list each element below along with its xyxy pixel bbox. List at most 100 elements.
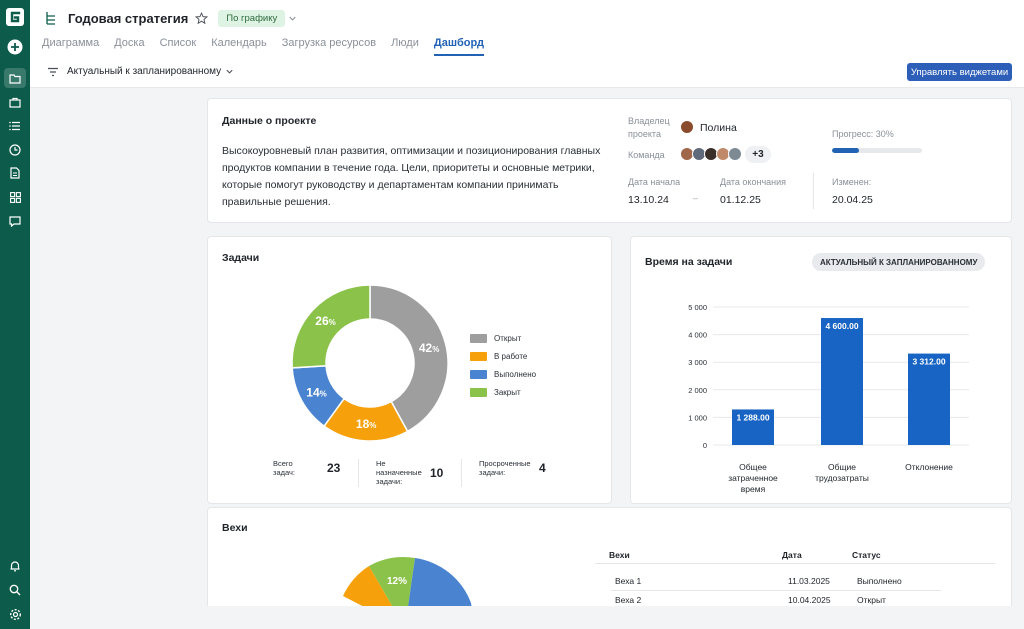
legend-swatch <box>470 333 487 343</box>
y-tick-label: 3 000 <box>688 358 707 367</box>
tab-board[interactable]: Доска <box>114 37 144 57</box>
legend-swatch <box>470 387 487 397</box>
ms-header-status: Статус <box>852 550 881 560</box>
gear-icon[interactable] <box>7 606 23 622</box>
stat-overdue: Просроченные задачи: 4 <box>479 459 546 477</box>
owner-name: Полина <box>700 122 737 134</box>
folder-icon[interactable] <box>4 68 26 88</box>
avatar[interactable] <box>680 120 694 134</box>
x-category-label: Общее затраченное время <box>728 462 778 494</box>
tab-gantt[interactable]: Диаграмма <box>42 37 99 57</box>
document-icon[interactable] <box>7 165 23 181</box>
divider <box>461 459 462 487</box>
title-row: Годовая стратегия По графику <box>44 8 297 28</box>
filter-icon <box>48 67 58 76</box>
legend-item[interactable]: Закрыт <box>470 383 536 401</box>
donut-slice-unit: % <box>369 421 376 430</box>
logo-icon[interactable] <box>6 8 24 26</box>
x-category-line: затраченное <box>728 473 778 483</box>
tasks-widget: Задачи 42% 18% 14% 26% Открыт В работе Выпо… <box>207 236 612 504</box>
changed-label: Изменен: <box>832 177 872 187</box>
tab-list[interactable]: Список <box>160 37 197 57</box>
start-date-value: 13.10.24 <box>628 194 669 206</box>
left-rail <box>0 0 30 629</box>
milestone-pie-slice <box>407 558 472 608</box>
x-category-line: Общее <box>739 462 767 472</box>
star-icon[interactable] <box>195 11 209 25</box>
clock-icon[interactable] <box>7 142 23 158</box>
bar-value-label: 4 600.00 <box>825 321 858 331</box>
tasks-title: Задачи <box>222 252 260 264</box>
footer-strip <box>30 606 1024 629</box>
owner-label: Владелец проекта <box>628 116 670 139</box>
bar-value-label: 3 312.00 <box>912 357 945 367</box>
legend-item[interactable]: В работе <box>470 347 536 365</box>
y-tick-label: 5 000 <box>688 303 707 312</box>
y-tick-label: 1 000 <box>688 413 707 422</box>
tab-dashboard[interactable]: Дашборд <box>433 37 485 57</box>
divider <box>358 459 359 487</box>
chat-icon[interactable] <box>7 213 23 229</box>
filter-dropdown[interactable]: Актуальный к запланированному <box>47 66 234 77</box>
stat-overdue-value: 4 <box>539 461 546 475</box>
ms-header-date: Дата <box>782 550 802 560</box>
y-tick-label: 2 000 <box>688 386 707 395</box>
project-tree-icon <box>46 12 55 25</box>
grid-icon[interactable] <box>7 189 23 205</box>
milestones-title: Вехи <box>222 522 248 534</box>
tasks-donut-chart: 42%18%14%26% <box>291 284 449 442</box>
page-title: Годовая стратегия <box>68 10 189 26</box>
ms-header-name: Вехи <box>609 550 630 560</box>
x-category-label: Отклонение <box>905 462 953 472</box>
search-icon[interactable] <box>7 582 23 598</box>
manage-widgets-button[interactable]: Управлять виджетами <box>907 63 1012 81</box>
x-category-label: Общие трудозатраты <box>815 462 869 483</box>
y-tick-label: 4 000 <box>688 331 707 340</box>
milestones-pie-chart: 12% <box>343 557 472 608</box>
divider <box>595 563 995 564</box>
time-bar-chart: 0 1 000 2 000 3 000 4 000 5 000 1 288.00 Общее з… <box>688 303 969 494</box>
legend-item[interactable]: Открыт <box>470 329 536 347</box>
date-range-dash: – <box>693 193 699 203</box>
list-icon[interactable] <box>7 118 23 134</box>
stat-unassigned: Не назначенные задачи: 10 <box>376 459 444 486</box>
end-date-value: 01.12.25 <box>720 194 761 206</box>
legend-item[interactable]: Выполнено <box>470 365 536 383</box>
changed-value: 20.04.25 <box>832 194 873 206</box>
chevron-down-icon <box>226 69 233 74</box>
progress-fill <box>832 148 859 153</box>
top-header: Годовая стратегия По графику Диаграмма Д… <box>30 0 1024 88</box>
end-date-label: Дата окончания <box>720 177 787 187</box>
tab-workload[interactable]: Загрузка ресурсов <box>282 37 376 57</box>
project-card-title: Данные о проекте <box>222 115 317 127</box>
project-info-card: Данные о проекте Высокоуровневый план ра… <box>207 98 1012 223</box>
plus-icon[interactable] <box>7 39 23 55</box>
bar-3[interactable] <box>908 353 950 445</box>
tab-calendar[interactable]: Календарь <box>211 37 267 57</box>
bar-2[interactable] <box>821 318 863 445</box>
donut-slice-unit: % <box>329 318 336 327</box>
status-badge[interactable]: По графику <box>218 9 286 27</box>
x-category-line: трудозатраты <box>815 473 869 483</box>
stat-total-value: 23 <box>327 461 341 475</box>
tasks-legend: Открыт В работе Выполнено Закрыт <box>470 329 536 401</box>
start-date-label: Дата начала <box>628 177 681 187</box>
stat-unassigned-value: 10 <box>430 466 444 480</box>
tab-people[interactable]: Люди <box>391 37 419 57</box>
view-tabs: Диаграмма Доска Список Календарь Загрузк… <box>42 37 499 57</box>
milestone-pie-label: 12% <box>387 576 407 587</box>
project-description: Высокоуровневый план развития, оптимизац… <box>222 145 601 208</box>
legend-swatch <box>470 351 487 361</box>
divider <box>611 590 941 591</box>
progress-bar <box>832 148 922 153</box>
x-category-line: Общие <box>828 462 856 472</box>
chevron-down-icon[interactable] <box>288 14 297 23</box>
team-more-badge[interactable]: +3 <box>745 146 771 163</box>
progress-label: Прогресс: 30% <box>832 129 894 139</box>
bell-icon[interactable] <box>7 558 23 574</box>
time-widget: Время на задачи АКТУАЛЬНЫЙ К ЗАПЛАНИРОВА… <box>630 236 1012 504</box>
briefcase-icon[interactable] <box>7 94 23 110</box>
donut-slice-unit: % <box>320 389 327 398</box>
divider <box>813 173 814 209</box>
x-category-line: Отклонение <box>905 462 953 472</box>
